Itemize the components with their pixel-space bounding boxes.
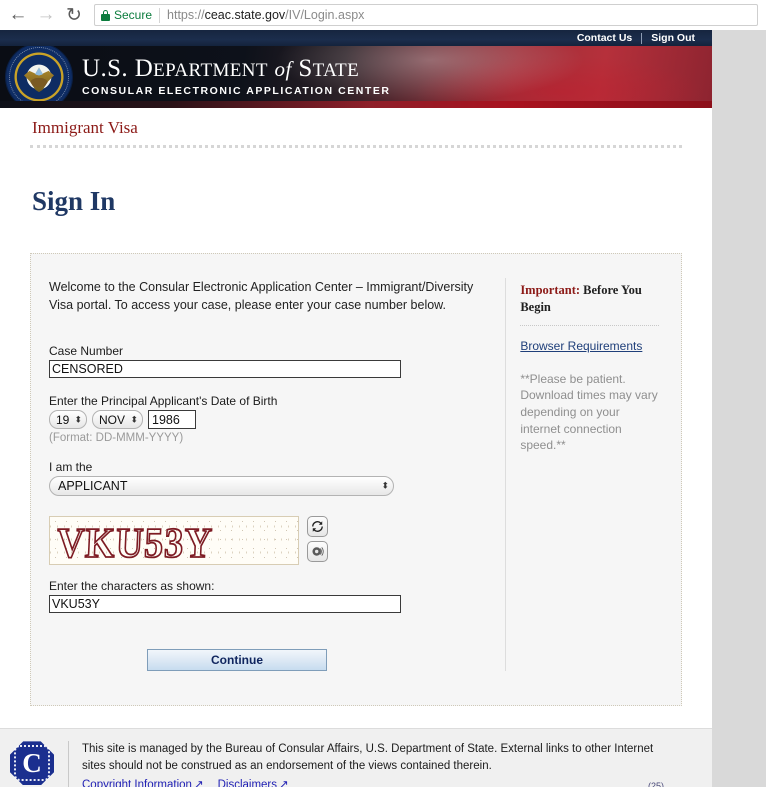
sidebar-note: **Please be patient. Download times may …	[520, 371, 658, 453]
footer-vertical-divider	[68, 741, 69, 787]
forward-icon[interactable]: →	[32, 1, 60, 29]
role-select[interactable]: APPLICANT	[49, 476, 394, 497]
sidebar-panel: Important: Before You Begin Browser Requ…	[505, 278, 659, 672]
lock-icon	[101, 9, 110, 21]
dos-title-part5: TATE	[312, 60, 360, 81]
page-footer: C This site is managed by the Bureau of …	[0, 728, 712, 787]
url-host: ceac.state.gov	[204, 8, 286, 22]
site-banner: U.S. DEPARTMENT of STATE CONSULAR ELECTR…	[0, 46, 712, 108]
reload-icon[interactable]: ↻	[60, 1, 88, 29]
dos-title-part2: EPARTMENT	[153, 60, 268, 81]
site-title: U.S. DEPARTMENT of STATE CONSULAR ELECTR…	[82, 55, 391, 98]
footer-links: Copyright Information ↗ Disclaimers ↗	[82, 777, 662, 787]
sidebar-divider	[520, 324, 659, 326]
consular-affairs-seal-icon: C	[10, 741, 54, 786]
captcha-area: VKU53Y	[49, 516, 481, 566]
browser-toolbar: ← → ↻ Secure https://ceac.state.gov/IV/L…	[0, 0, 766, 30]
header-divider	[30, 145, 682, 148]
important-label: Important:	[520, 283, 581, 298]
role-field: I am the APPLICANT	[49, 460, 481, 497]
dos-title-part3: of	[274, 57, 292, 81]
dos-title-part1: U.S. D	[82, 55, 154, 82]
dos-title-part4: S	[298, 55, 313, 82]
captcha-characters: VKU53Y	[55, 520, 215, 566]
page-canvas: Contact Us Sign Out U.S. DEPARTMENT of S…	[0, 30, 712, 787]
url-text: https://ceac.state.gov/IV/Login.aspx	[167, 8, 364, 22]
page-title: Sign In	[32, 186, 116, 217]
case-number-field: Case Number	[49, 344, 481, 379]
date-format-hint: (Format: DD-MMM-YYYY)	[49, 432, 184, 445]
browser-requirements-link[interactable]: Browser Requirements	[520, 339, 642, 353]
date-of-birth-label: Enter the Principal Applicant's Date of …	[49, 394, 278, 409]
sign-out-link[interactable]: Sign Out	[642, 32, 704, 44]
sidebar-title: Important: Before You Begin	[520, 282, 659, 316]
disclaimers-link[interactable]: Disclaimers ↗	[218, 777, 289, 787]
refresh-icon[interactable]	[307, 516, 328, 538]
url-scheme: https://	[167, 8, 205, 22]
external-link-icon: ↗	[279, 778, 289, 787]
omnibox-separator	[159, 7, 161, 23]
external-link-icon: ↗	[193, 778, 204, 787]
case-number-input[interactable]	[49, 360, 401, 379]
url-path: /IV/Login.aspx	[285, 8, 365, 22]
dob-month-select[interactable]: NOV	[92, 410, 143, 430]
dob-year-input[interactable]	[148, 410, 196, 430]
page-number: (25)	[647, 780, 664, 787]
back-icon[interactable]: ←	[4, 1, 32, 29]
captcha-image: VKU53Y	[49, 516, 299, 566]
role-label: I am the	[49, 460, 93, 475]
footer-disclaimer-text: This site is managed by the Bureau of Co…	[82, 743, 654, 773]
captcha-input-field: Enter the characters as shown:	[49, 579, 481, 614]
welcome-text: Welcome to the Consular Electronic Appli…	[49, 280, 474, 313]
date-of-birth-field: Enter the Principal Applicant's Date of …	[49, 394, 481, 444]
secure-label: Secure	[114, 8, 153, 22]
site-utility-bar: Contact Us Sign Out	[0, 30, 712, 46]
captcha-input-label: Enter the characters as shown:	[49, 579, 215, 594]
address-bar[interactable]: Secure https://ceac.state.gov/IV/Login.a…	[94, 4, 758, 26]
site-subtitle: CONSULAR ELECTRONIC APPLICATION CENTER	[82, 85, 391, 98]
footer-spacer	[0, 706, 712, 729]
signin-form: Welcome to the Consular Electronic Appli…	[49, 278, 481, 672]
copyright-information-link[interactable]: Copyright Information ↗	[82, 777, 204, 787]
signin-panel: Welcome to the Consular Electronic Appli…	[30, 253, 682, 707]
contact-us-link[interactable]: Contact Us	[568, 32, 641, 44]
dob-day-select[interactable]: 19	[49, 410, 87, 430]
utility-links: Contact Us Sign Out	[568, 30, 704, 46]
speaker-icon[interactable]	[307, 541, 328, 563]
captcha-input[interactable]	[49, 595, 401, 614]
case-number-label: Case Number	[49, 344, 124, 359]
application-name: Immigrant Visa	[32, 118, 138, 137]
seal-letter: C	[22, 747, 42, 778]
banner-red-stripe	[0, 101, 712, 108]
department-of-state-seal-icon	[6, 46, 72, 108]
page-content: Immigrant Visa Sign In Welcome to the Co…	[0, 108, 712, 707]
continue-button[interactable]: Continue	[147, 649, 327, 672]
